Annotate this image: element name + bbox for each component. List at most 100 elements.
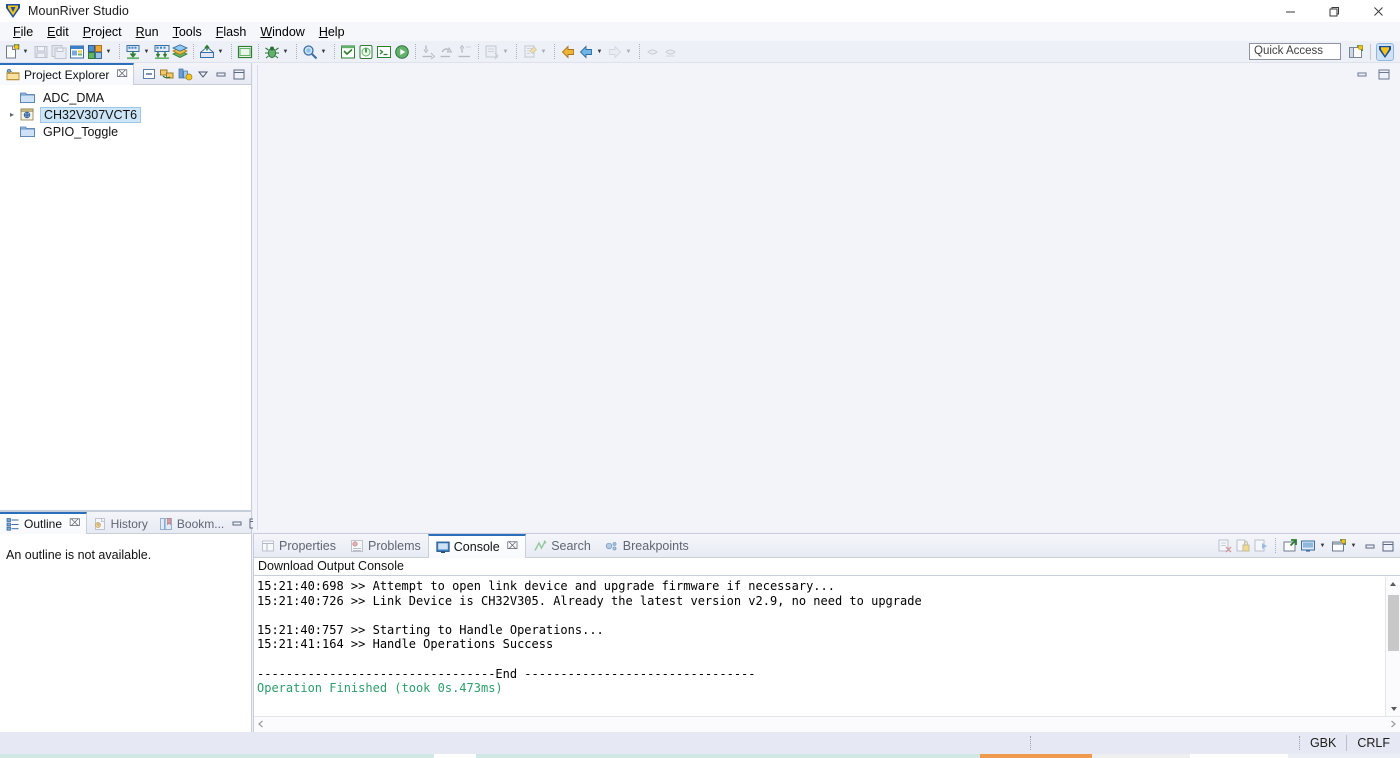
build-icon[interactable] <box>172 43 188 60</box>
toolbar-separator <box>639 44 640 59</box>
minimize-icon[interactable] <box>1354 66 1370 82</box>
editor-empty-canvas[interactable] <box>257 65 1400 530</box>
quick-access-input[interactable]: Quick Access <box>1249 43 1341 60</box>
tab-project-explorer-label: Project Explorer <box>24 67 110 82</box>
chevron-down-icon[interactable]: ▼ <box>595 44 604 60</box>
chevron-down-icon[interactable]: ▼ <box>216 44 225 60</box>
chevron-down-icon[interactable]: ▼ <box>1318 538 1327 554</box>
toolbar-separator <box>119 44 120 59</box>
menu-file[interactable]: File <box>6 24 40 40</box>
clear-console-icon[interactable] <box>1217 538 1233 554</box>
chevron-down-icon[interactable]: ▼ <box>21 44 30 60</box>
tab-properties[interactable]: Properties <box>254 534 343 558</box>
menu-run[interactable]: Run <box>129 24 166 40</box>
view-menu-icon[interactable] <box>195 66 211 82</box>
minimize-icon[interactable] <box>1362 538 1378 554</box>
new-project-icon[interactable] <box>69 44 85 60</box>
search-view-icon <box>533 539 547 553</box>
chevron-down-icon[interactable]: ▼ <box>104 44 113 60</box>
tab-project-explorer[interactable]: Project Explorer ⌧ <box>0 62 134 85</box>
tab-outline[interactable]: Outline ⌧ <box>0 511 87 534</box>
chevron-down-icon[interactable]: ▼ <box>319 44 328 60</box>
minimize-window-button[interactable] <box>1268 0 1312 22</box>
tree-item-ch32v307vct6[interactable]: ▸ CH32V307VCT6 <box>0 106 251 123</box>
mounriver-perspective-icon[interactable] <box>1376 42 1394 61</box>
run-icon[interactable] <box>394 44 410 60</box>
chevron-down-icon[interactable]: ▼ <box>1349 538 1358 554</box>
chevron-down-icon[interactable]: ▼ <box>281 44 290 60</box>
problems-icon <box>350 539 364 553</box>
show-console-icon[interactable] <box>1253 538 1269 554</box>
scroll-right-arrow-icon[interactable] <box>1386 720 1400 730</box>
save-all-icon <box>51 44 67 60</box>
tab-console[interactable]: Console ⌧ <box>427 533 527 558</box>
pin-console-icon[interactable] <box>1282 538 1298 554</box>
menu-project[interactable]: Project <box>76 24 129 40</box>
search-icon[interactable] <box>302 44 318 60</box>
main-toolbar: ▼ ▼ ▼ ▼ ▼ ▼ ▼ ▼ ▼ ▼ Quick Access <box>0 41 1400 63</box>
close-icon[interactable]: ⌧ <box>116 69 128 80</box>
back-blue-icon[interactable] <box>578 44 594 60</box>
minimize-icon[interactable] <box>213 66 229 82</box>
scroll-down-arrow-icon[interactable] <box>1386 702 1400 716</box>
flash-upload-icon[interactable] <box>199 44 215 60</box>
menu-tools[interactable]: Tools <box>166 24 209 40</box>
open-console-icon[interactable] <box>1331 538 1347 554</box>
close-icon[interactable]: ⌧ <box>507 541 519 552</box>
view-menu-filter-icon[interactable] <box>177 66 193 82</box>
chevron-down-icon[interactable]: ▼ <box>142 44 151 60</box>
menu-help[interactable]: Help <box>312 24 352 40</box>
tab-search[interactable]: Search <box>526 534 598 558</box>
close-icon[interactable]: ⌧ <box>69 518 81 529</box>
folder-icon <box>20 90 36 106</box>
vertical-scroll-thumb[interactable] <box>1388 595 1399 651</box>
tab-breakpoints[interactable]: Breakpoints <box>598 534 696 558</box>
download-icon[interactable] <box>125 44 141 60</box>
step-return-icon <box>457 44 473 60</box>
tab-bookm[interactable]: Bookm... <box>153 512 229 534</box>
tree-item-adc-dma[interactable]: ADC_DMA <box>0 89 251 106</box>
maximize-window-button[interactable] <box>1312 0 1356 22</box>
maximize-icon[interactable] <box>1380 538 1396 554</box>
download-all-icon[interactable] <box>154 44 170 60</box>
menu-window[interactable]: Window <box>253 24 311 40</box>
maximize-icon[interactable] <box>231 66 247 82</box>
link-with-editor-icon[interactable] <box>159 66 175 82</box>
console-tool-icon[interactable] <box>376 44 392 60</box>
project-explorer-tabbar: Project Explorer ⌧ <box>0 62 251 85</box>
toolbar-separator <box>334 44 335 59</box>
tab-history[interactable]: History <box>87 512 153 534</box>
scroll-up-arrow-icon[interactable] <box>1386 577 1400 591</box>
tab-problems[interactable]: Problems <box>343 534 428 558</box>
scroll-lock-icon[interactable] <box>1235 538 1251 554</box>
save-icon <box>33 44 49 60</box>
power-tool-icon[interactable] <box>358 44 374 60</box>
maximize-icon[interactable] <box>1376 66 1392 82</box>
console-output[interactable]: 15:21:40:698 >> Attempt to open link dev… <box>254 577 1385 716</box>
menu-edit[interactable]: Edit <box>40 24 76 40</box>
window-title: MounRiver Studio <box>28 4 129 18</box>
tab-label: Breakpoints <box>622 538 689 553</box>
close-window-button[interactable] <box>1356 0 1400 22</box>
minimize-icon[interactable] <box>229 515 245 531</box>
toolbar-separator <box>296 44 297 59</box>
display-console-icon[interactable] <box>1300 538 1316 554</box>
console-line: ---------------------------------End ---… <box>257 666 756 681</box>
chevron-right-icon[interactable]: ▸ <box>4 110 20 119</box>
console-vertical-scrollbar[interactable] <box>1385 577 1400 716</box>
back-gold-icon[interactable] <box>560 44 576 60</box>
serial-monitor-icon[interactable] <box>340 44 356 60</box>
tree-item-gpio-toggle[interactable]: GPIO_Toggle <box>0 123 251 140</box>
console-horizontal-scrollbar[interactable] <box>254 716 1400 732</box>
scroll-left-arrow-icon[interactable] <box>254 720 268 730</box>
console-panel: Properties Problems Console ⌧ Search Breakpoi… <box>253 533 1400 732</box>
menu-flash[interactable]: Flash <box>209 24 254 40</box>
debug-icon[interactable] <box>264 44 280 60</box>
collapse-all-icon[interactable] <box>141 66 157 82</box>
open-perspective-icon[interactable] <box>1348 44 1364 60</box>
new-file-icon[interactable] <box>4 43 20 60</box>
build-configs-icon[interactable] <box>87 44 103 60</box>
terminal-window-icon[interactable] <box>237 44 253 60</box>
chevron-down-icon: ▼ <box>502 48 509 55</box>
